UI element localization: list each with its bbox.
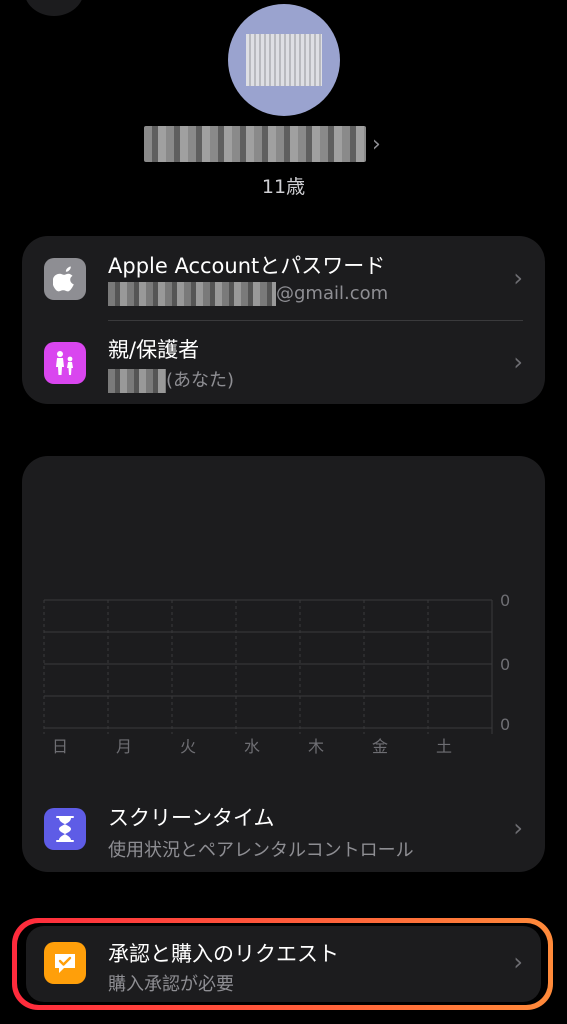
guardian-row[interactable]: 親/保護者 (あなた) › xyxy=(22,320,545,404)
hourglass-icon xyxy=(44,808,86,850)
chevron-right-icon: › xyxy=(513,814,523,842)
screen-time-subtitle: 使用状況とペアレンタルコントロール xyxy=(108,840,414,861)
apple-account-row[interactable]: Apple Accountとパスワード @gmail.com › xyxy=(22,236,545,320)
y-tick-label: 0 xyxy=(500,655,510,674)
x-tick-label: 水 xyxy=(244,737,260,756)
screen-time-row[interactable]: スクリーンタイム 使用状況とペアレンタルコントロール › xyxy=(22,784,545,872)
guardian-name-redacted xyxy=(108,369,166,393)
profile-name-row[interactable]: › xyxy=(144,126,394,162)
checkmark-bubble-icon xyxy=(44,942,86,984)
chart-grid xyxy=(43,599,493,734)
guardian-title: 親/保護者 xyxy=(108,338,200,362)
chevron-right-icon: › xyxy=(372,132,381,157)
avatar[interactable] xyxy=(228,4,340,116)
apple-account-email: @gmail.com xyxy=(108,282,388,306)
profile-age: 11歳 xyxy=(261,176,306,198)
apple-logo-icon xyxy=(44,258,86,300)
requests-title: 承認と購入のリクエスト xyxy=(108,942,339,966)
requests-row[interactable]: 承認と購入のリクエスト 購入承認が必要 › xyxy=(26,926,541,1002)
chevron-right-icon: › xyxy=(513,948,523,976)
y-tick-label: 0 xyxy=(500,591,510,610)
screen-time-card: 日 月 火 水 木 金 土 0 0 0 スクリーンタイム 使用状況とペアレンタルコントロール › xyxy=(22,456,545,872)
email-suffix: @gmail.com xyxy=(276,283,389,304)
x-tick-label: 土 xyxy=(436,737,452,756)
usage-chart: 日 月 火 水 木 金 土 0 0 0 xyxy=(43,591,510,756)
email-redacted xyxy=(108,282,276,306)
x-tick-label: 日 xyxy=(52,737,68,756)
screen-time-title: スクリーンタイム xyxy=(108,806,275,830)
x-tick-label: 火 xyxy=(180,737,196,756)
back-button[interactable] xyxy=(24,0,84,16)
account-card: Apple Accountとパスワード @gmail.com › 親/保護者 (… xyxy=(22,236,545,404)
chart-y-labels: 0 0 0 xyxy=(500,591,510,734)
y-tick-label: 0 xyxy=(500,715,510,734)
family-icon xyxy=(44,342,86,384)
apple-account-title: Apple Accountとパスワード xyxy=(108,254,386,278)
chart-x-labels: 日月火水木金土 xyxy=(52,737,452,756)
x-tick-label: 木 xyxy=(308,737,324,756)
requests-subtitle: 購入承認が必要 xyxy=(108,974,234,995)
guardian-subtitle: (あなた) xyxy=(108,366,234,393)
x-tick-label: 金 xyxy=(372,737,388,756)
chevron-right-icon: › xyxy=(513,264,523,292)
profile-name-redacted xyxy=(144,126,366,162)
avatar-photo-pixelated xyxy=(246,34,322,86)
x-tick-label: 月 xyxy=(116,737,132,756)
guardian-you-label: (あなた) xyxy=(166,370,235,391)
chevron-right-icon: › xyxy=(513,348,523,376)
